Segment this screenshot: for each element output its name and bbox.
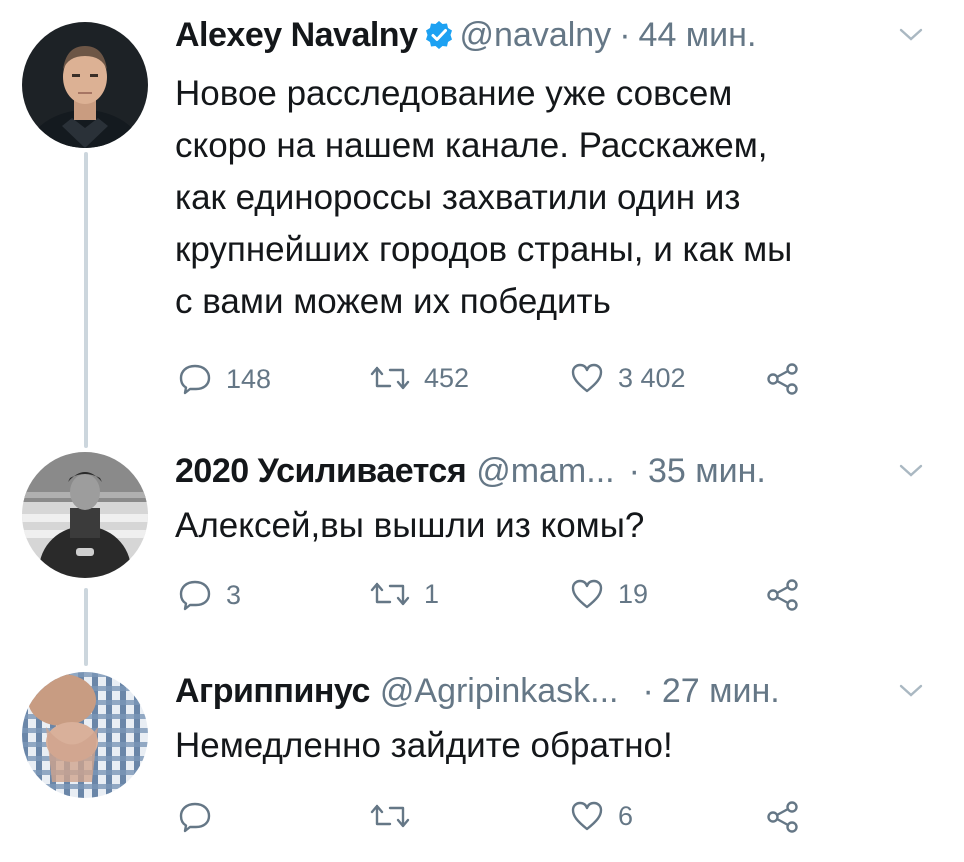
retweet-icon (370, 366, 410, 390)
author-name[interactable]: Alexey Navalny (175, 16, 418, 55)
tweet-time[interactable]: 27 мин. (662, 672, 780, 711)
tweet-text-line: Алексей,вы вышли из комы? (175, 506, 645, 545)
share-icon (767, 801, 798, 833)
retweet-button[interactable] (370, 800, 424, 832)
reply-button[interactable] (178, 800, 226, 834)
like-count: 19 (618, 578, 649, 609)
chevron-down-icon[interactable] (898, 682, 924, 700)
tweet-actions: 6 (178, 800, 818, 840)
reply-icon (179, 364, 211, 395)
tweet-header: Alexey Navalny @navalny · 44 мин. (175, 16, 924, 60)
reply-icon (179, 580, 211, 611)
author-handle[interactable]: @Agripinkask... (380, 672, 619, 711)
chevron-down-icon[interactable] (898, 462, 924, 480)
tweet-actions: 148 452 3 402 (178, 362, 818, 402)
tweet-time[interactable]: 35 мин. (648, 452, 766, 491)
like-count: 3 402 (618, 362, 686, 393)
reply-count: 148 (226, 363, 272, 394)
tweet[interactable]: 2020 Усиливается @mam... · 35 мин. Алекс… (0, 452, 964, 632)
retweet-icon (370, 804, 410, 828)
tweet-text-line: с вами можем их победить (175, 282, 611, 321)
retweet-icon (370, 582, 410, 606)
author-name[interactable]: Агриппинус (175, 672, 370, 711)
avatar[interactable] (22, 672, 148, 798)
tweet-text: Новое расследование уже совсем скоро на … (175, 68, 935, 328)
author-name[interactable]: 2020 Усиливается (175, 452, 467, 491)
like-button[interactable]: 3 402 (570, 362, 686, 394)
share-button[interactable] (766, 362, 800, 396)
verified-badge-icon (424, 20, 454, 50)
like-button[interactable]: 6 (570, 800, 633, 832)
heart-icon (571, 363, 603, 393)
retweet-count: 1 (424, 578, 440, 609)
tweet-text: Алексей,вы вышли из комы? (175, 500, 935, 552)
tweet[interactable]: Alexey Navalny @navalny · 44 мин. Новое … (0, 16, 964, 436)
share-icon (767, 579, 798, 611)
tweet-time[interactable]: 44 мин. (639, 16, 757, 55)
tweet-text-line: как единороссы захватили один из (175, 178, 741, 217)
author-handle[interactable]: @mam... (476, 452, 614, 491)
tweet-text-line: Новое расследование уже совсем (175, 74, 733, 113)
tweet-header: Агриппинус @Agripinkask... · 27 мин. (175, 672, 924, 716)
like-button[interactable]: 19 (570, 578, 648, 610)
reply-count: 3 (226, 579, 242, 610)
share-icon (767, 363, 798, 395)
share-button[interactable] (766, 578, 800, 612)
avatar[interactable] (22, 22, 148, 148)
tweet-header: 2020 Усиливается @mam... · 35 мин. (175, 452, 924, 496)
reply-button[interactable]: 3 (178, 578, 241, 612)
tweet-text: Немедленно зайдите обратно! (175, 720, 935, 772)
reply-button[interactable]: 148 (178, 362, 271, 396)
share-button[interactable] (766, 800, 800, 834)
heart-icon (571, 579, 603, 609)
reply-icon (179, 802, 211, 833)
author-handle[interactable]: @navalny (460, 16, 612, 55)
like-count: 6 (618, 800, 634, 831)
retweet-button[interactable]: 1 (370, 578, 439, 610)
tweet-text-line: скоро на нашем канале. Расскажем, (175, 126, 768, 165)
retweet-count: 452 (424, 362, 470, 393)
tweet-text-line: крупнейших городов страны, и как мы (175, 230, 793, 269)
tweet-actions: 3 1 19 (178, 578, 818, 618)
retweet-button[interactable]: 452 (370, 362, 469, 394)
avatar[interactable] (22, 452, 148, 578)
chevron-down-icon[interactable] (898, 26, 924, 44)
tweet[interactable]: Агриппинус @Agripinkask... · 27 мин. Нем… (0, 672, 964, 852)
heart-icon (571, 801, 603, 831)
separator-dot: · (642, 672, 654, 710)
separator-dot: · (619, 16, 631, 54)
separator-dot: · (628, 452, 640, 490)
tweet-text-line: Немедленно зайдите обратно! (175, 726, 673, 765)
